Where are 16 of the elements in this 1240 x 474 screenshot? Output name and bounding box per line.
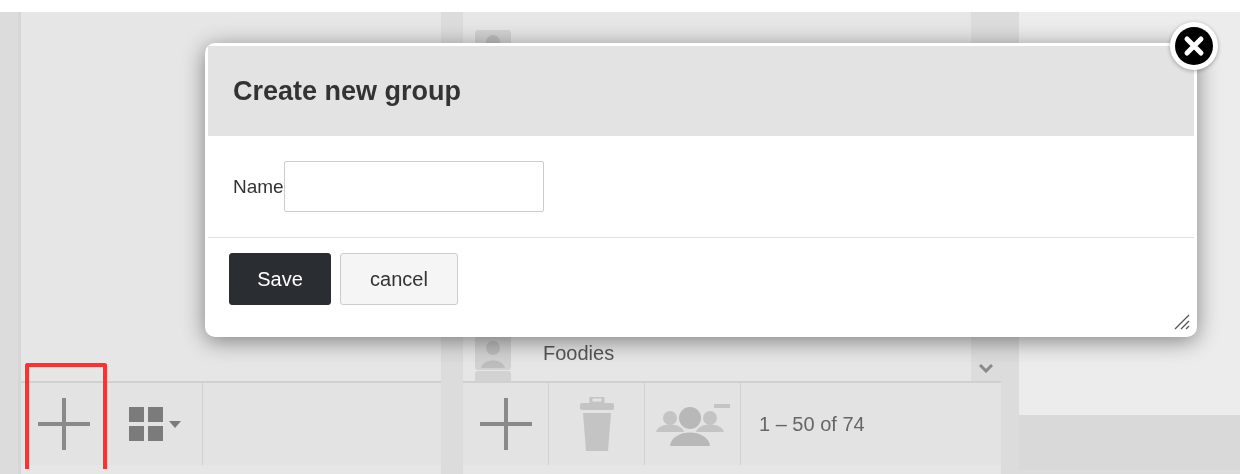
dialog-title: Create new group: [233, 75, 462, 107]
people-minus-icon: [655, 402, 730, 446]
caret-icon: [168, 420, 181, 428]
chevron-down-icon: [979, 364, 993, 373]
grid-icon: [128, 407, 163, 441]
plus-icon: [477, 396, 534, 452]
name-input-field[interactable]: [283, 161, 544, 212]
plus-icon: [35, 396, 92, 452]
trash-icon: [579, 397, 614, 451]
group-name[interactable]: Foodies: [543, 341, 615, 365]
save-button[interactable]: Save: [229, 253, 331, 305]
close-icon: [1174, 26, 1214, 66]
cancel-button[interactable]: cancel: [340, 253, 458, 305]
name-label: Name: [233, 175, 284, 198]
resize-grip-icon[interactable]: [1174, 314, 1190, 330]
pagination-text: 1 – 50 of 74: [758, 412, 865, 436]
